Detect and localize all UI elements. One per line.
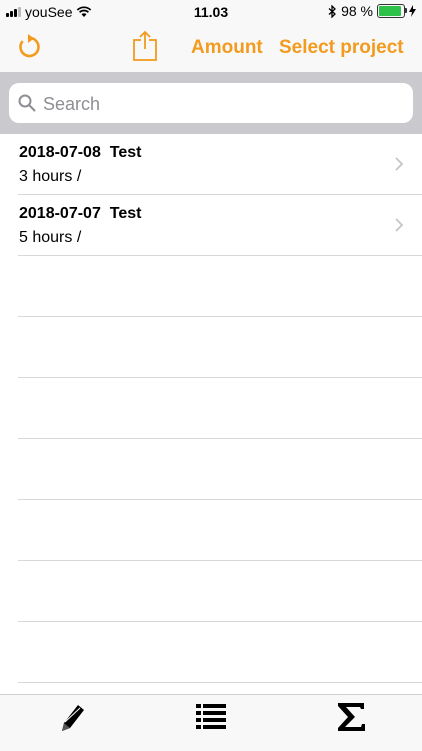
status-bar: youSee 11.03 98 % — [0, 0, 422, 24]
chevron-right-icon — [395, 157, 404, 171]
entry-title: 2018-07-07 Test — [19, 205, 142, 222]
entries-list: 2018-07-08 Test 3 hours / 2018-07-07 Tes… — [0, 134, 422, 683]
empty-row — [0, 561, 422, 622]
search-icon — [18, 94, 36, 112]
empty-row — [0, 256, 422, 317]
chevron-right-icon — [395, 218, 404, 232]
bluetooth-icon — [328, 4, 337, 18]
battery-percent: 98 % — [341, 3, 373, 19]
empty-row — [0, 439, 422, 500]
navigation-bar: Amount Select project — [0, 24, 422, 72]
empty-row — [0, 317, 422, 378]
list-icon[interactable] — [194, 701, 228, 733]
list-item[interactable]: 2018-07-08 Test 3 hours / — [0, 134, 422, 195]
search-bar — [0, 72, 422, 134]
sigma-icon[interactable] — [334, 701, 368, 733]
search-input[interactable] — [41, 90, 405, 118]
search-field-container[interactable] — [9, 83, 413, 123]
refresh-icon[interactable] — [16, 34, 42, 60]
row-divider — [18, 682, 422, 683]
amount-button[interactable]: Amount — [191, 37, 263, 59]
battery-icon — [377, 4, 407, 18]
empty-row — [0, 500, 422, 561]
battery-fill — [379, 6, 401, 16]
status-right: 98 % — [328, 3, 416, 19]
share-icon[interactable] — [132, 30, 158, 62]
empty-row — [0, 622, 422, 683]
entry-hours: 3 hours / — [19, 168, 82, 185]
empty-row — [0, 378, 422, 439]
list-item[interactable]: 2018-07-07 Test 5 hours / — [0, 195, 422, 256]
charging-icon — [409, 5, 416, 17]
select-project-button[interactable]: Select project — [279, 37, 404, 59]
pencil-icon[interactable] — [54, 701, 88, 733]
entry-title: 2018-07-08 Test — [19, 144, 142, 161]
entry-hours: 5 hours / — [19, 229, 82, 246]
tab-bar — [0, 694, 422, 751]
